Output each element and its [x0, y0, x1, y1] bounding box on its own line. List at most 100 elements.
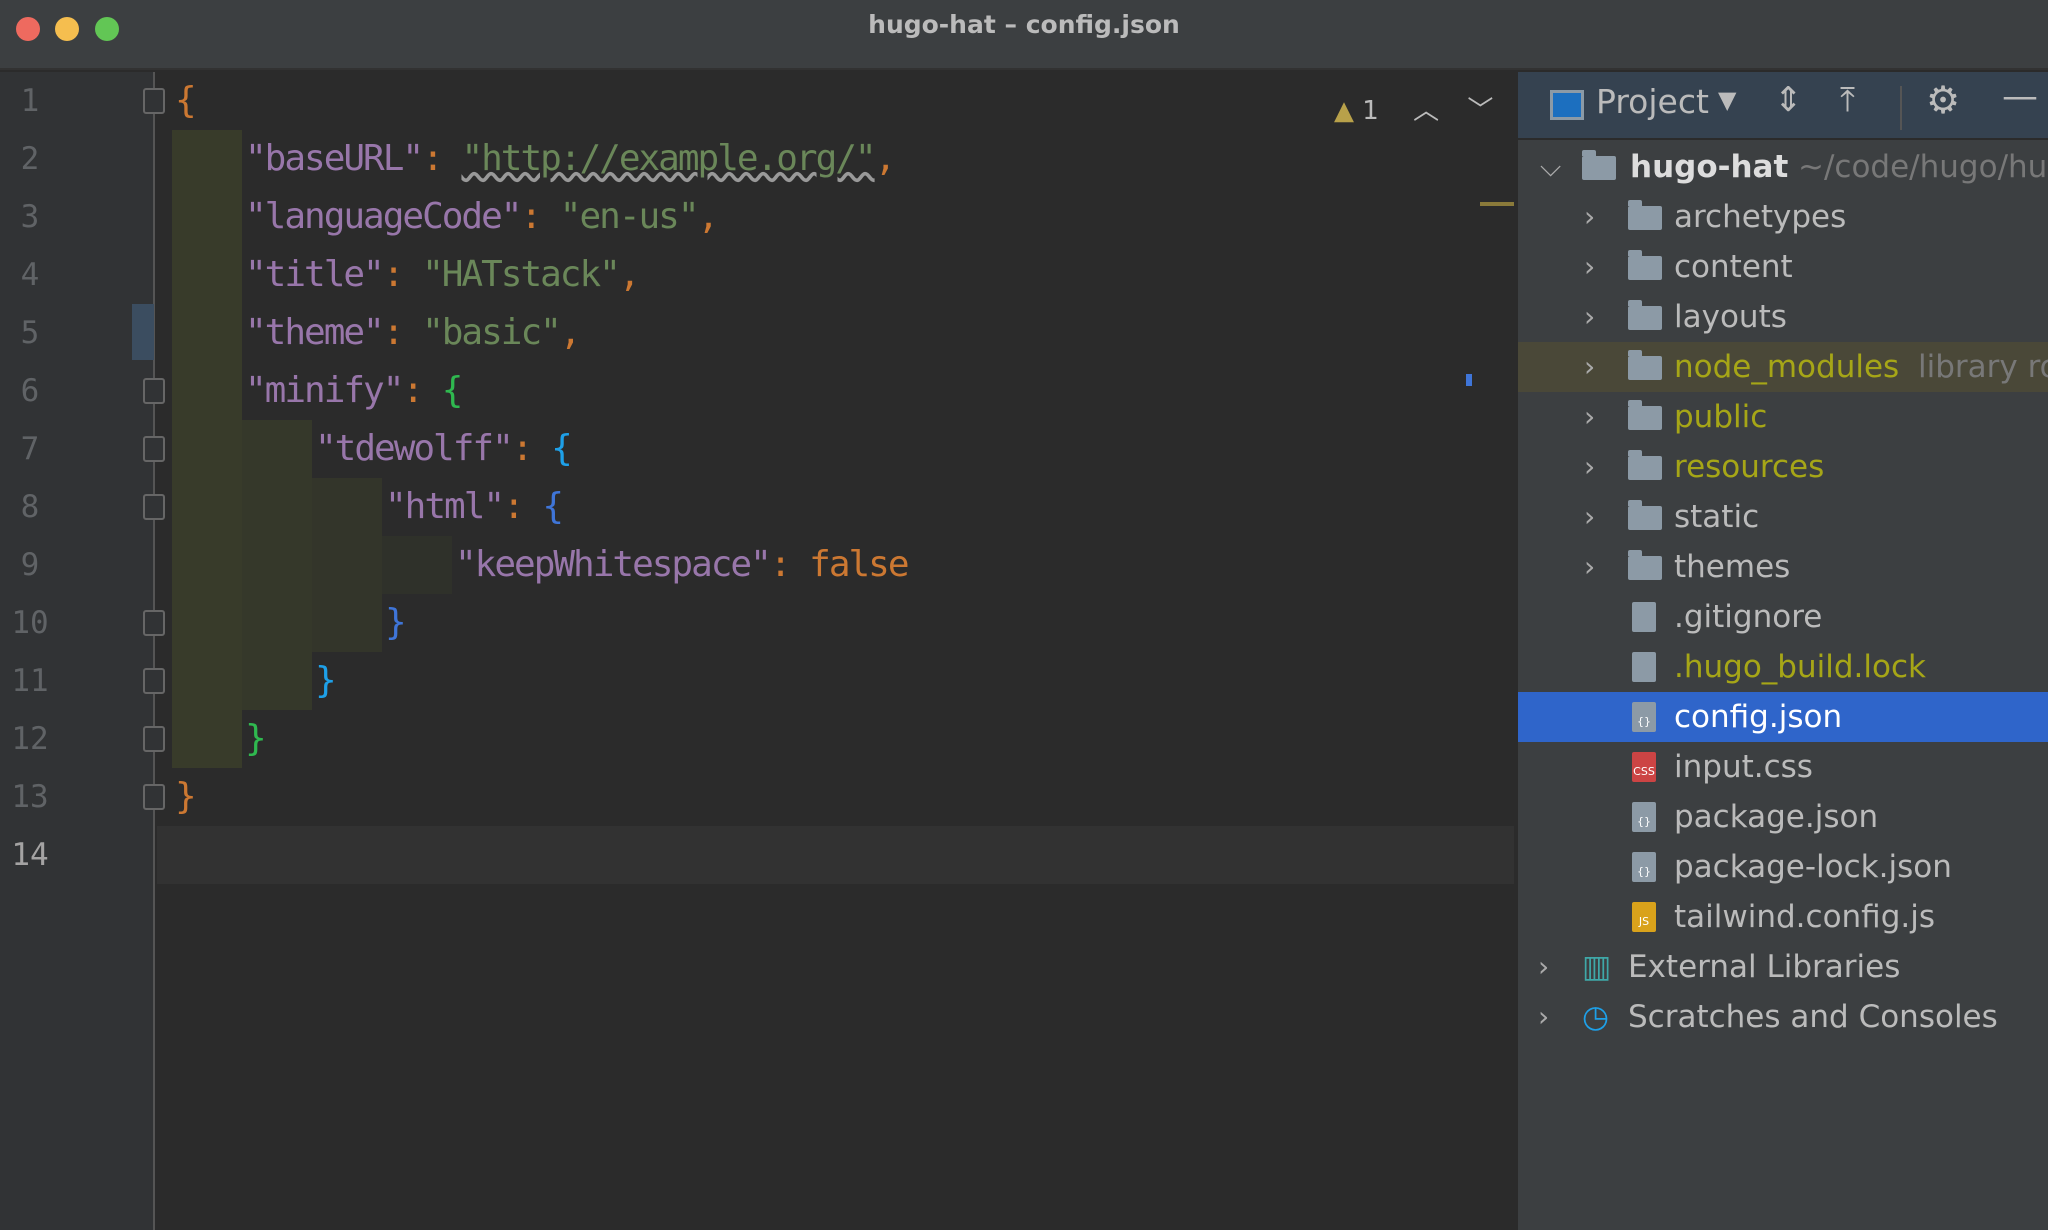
tree-item-label: config.json	[1674, 699, 1843, 735]
hide-panel-icon[interactable]: —	[2002, 76, 2038, 117]
code-line[interactable]: "minify": {	[245, 362, 464, 420]
folder-icon	[1582, 150, 1616, 180]
indent-guide	[242, 420, 312, 478]
code-line[interactable]: "theme": "basic",	[245, 304, 581, 362]
chevron-right-icon[interactable]: ›	[1584, 342, 1595, 392]
current-line-highlight	[157, 826, 1514, 884]
code-token: }	[245, 718, 267, 759]
chevron-right-icon[interactable]: ›	[1584, 392, 1595, 442]
title-bar: hugo-hat – config.json	[0, 0, 2048, 70]
code-line[interactable]: "html": {	[385, 478, 564, 536]
fold-close-icon[interactable]	[143, 668, 165, 694]
inspection-widget[interactable]: ▲ 1 ︿ ﹀	[1334, 90, 1493, 127]
indent-guide	[312, 536, 382, 594]
tree-item--hugo-build-lock[interactable]: .hugo_build.lock	[1518, 642, 2048, 692]
tree-item-archetypes[interactable]: › archetypes	[1518, 192, 2048, 242]
tree-item-extra[interactable]: › ◷ Scratches and Consoles	[1518, 992, 2048, 1042]
code-line[interactable]: }	[315, 652, 337, 710]
code-line[interactable]: "baseURL": "http://example.org/",	[245, 130, 896, 188]
libraries-icon: ▥	[1582, 949, 1612, 985]
fold-open-icon[interactable]	[143, 378, 165, 404]
indent-guide	[172, 188, 242, 246]
json-file-icon: {}	[1632, 702, 1656, 732]
folder-icon	[1628, 300, 1662, 330]
warning-count: 1	[1362, 96, 1379, 126]
tree-item-label: layouts	[1674, 299, 1787, 335]
tree-item-label: Scratches and Consoles	[1628, 999, 1998, 1035]
tree-item-package-json[interactable]: {} package.json	[1518, 792, 2048, 842]
next-highlight-icon[interactable]: ﹀	[1467, 96, 1493, 126]
chevron-right-icon[interactable]: ›	[1584, 542, 1595, 592]
expand-all-icon[interactable]: ⇕	[1774, 80, 1803, 120]
line-number: 9	[20, 547, 40, 583]
code-line[interactable]: }	[175, 768, 197, 826]
line-number: 8	[20, 489, 40, 525]
code-line[interactable]: "tdewolff": {	[315, 420, 573, 478]
project-view-selector[interactable]: Project	[1596, 82, 1709, 121]
indent-guide	[172, 304, 242, 362]
indent-guide	[242, 652, 312, 710]
line-number: 2	[20, 141, 40, 177]
folder-icon	[1628, 550, 1662, 580]
dropdown-arrow-icon[interactable]: ▼	[1718, 86, 1736, 114]
code-line[interactable]: "keepWhitespace": false	[455, 536, 910, 594]
code-line[interactable]: }	[245, 710, 267, 768]
code-token: ,	[618, 254, 641, 295]
code-line[interactable]: {	[175, 72, 197, 130]
collapse-all-icon[interactable]: ⤒	[1840, 80, 1855, 120]
tree-item-tailwind-config-js[interactable]: JS tailwind.config.js	[1518, 892, 2048, 942]
gear-icon[interactable]: ⚙	[1926, 78, 1960, 122]
warning-icon: ▲	[1334, 96, 1354, 126]
code-line[interactable]: "title": "HATstack",	[245, 246, 641, 304]
indent-guide	[242, 594, 312, 652]
tree-item-resources[interactable]: › resources	[1518, 442, 2048, 492]
scrollbar-warning-mark[interactable]	[1480, 202, 1514, 206]
chevron-right-icon[interactable]: ›	[1584, 442, 1595, 492]
indent-guide	[172, 420, 242, 478]
tree-item-node-modules[interactable]: › node_modules library ro	[1518, 342, 2048, 392]
tree-item-themes[interactable]: › themes	[1518, 542, 2048, 592]
line-number: 14	[11, 837, 49, 873]
chevron-right-icon[interactable]: ›	[1584, 492, 1595, 542]
chevron-right-icon[interactable]: ›	[1584, 192, 1595, 242]
previous-highlight-icon[interactable]: ︿	[1413, 96, 1439, 126]
tree-item-layouts[interactable]: › layouts	[1518, 292, 2048, 342]
tree-item-label: tailwind.config.js	[1674, 899, 1936, 935]
tree-item-config-json[interactable]: {} config.json	[1518, 692, 2048, 742]
tree-root-hugo-hat[interactable]: ⌵ hugo-hat ~/code/hugo/hu	[1518, 142, 2048, 192]
code-token: {	[441, 370, 464, 411]
chevron-right-icon[interactable]: ›	[1538, 992, 1549, 1042]
tree-item-extra[interactable]: › ▥ External Libraries	[1518, 942, 2048, 992]
fold-open-icon[interactable]	[143, 88, 165, 114]
indent-guide	[172, 130, 242, 188]
fold-close-icon[interactable]	[143, 784, 165, 810]
project-panel: Project ▼ ⇕ ⤒ ⚙ — ⌵ hugo-hat ~/code/hugo/h…	[1516, 72, 2048, 1230]
tree-item--gitignore[interactable]: .gitignore	[1518, 592, 2048, 642]
scrollbar-mark[interactable]	[1466, 374, 1472, 386]
tree-item-content[interactable]: › content	[1518, 242, 2048, 292]
code-token: "baseURL"	[245, 138, 424, 179]
fold-open-icon[interactable]	[143, 494, 165, 520]
folder-icon	[1628, 350, 1662, 380]
tree-item-label: package.json	[1674, 799, 1879, 835]
tree-item-package-lock-json[interactable]: {} package-lock.json	[1518, 842, 2048, 892]
fold-close-icon[interactable]	[143, 610, 165, 636]
line-number: 4	[20, 257, 40, 293]
chevron-right-icon[interactable]: ›	[1538, 942, 1549, 992]
code-line[interactable]: "languageCode": "en-us",	[245, 188, 719, 246]
tree-item-static[interactable]: › static	[1518, 492, 2048, 542]
fold-close-icon[interactable]	[143, 726, 165, 752]
json-file-icon: {}	[1632, 852, 1656, 882]
chevron-down-icon[interactable]: ⌵	[1540, 142, 1561, 192]
chevron-right-icon[interactable]: ›	[1584, 242, 1595, 292]
tree-item-input-css[interactable]: CSS input.css	[1518, 742, 2048, 792]
chevron-right-icon[interactable]: ›	[1584, 292, 1595, 342]
indent-guide	[242, 478, 312, 536]
code-token: :	[511, 428, 552, 469]
code-token: "keepWhitespace"	[455, 544, 772, 585]
tree-item-public[interactable]: › public	[1518, 392, 2048, 442]
indent-guide	[172, 246, 242, 304]
code-line[interactable]: }	[385, 594, 407, 652]
fold-open-icon[interactable]	[143, 436, 165, 462]
indent-guide	[172, 362, 242, 420]
